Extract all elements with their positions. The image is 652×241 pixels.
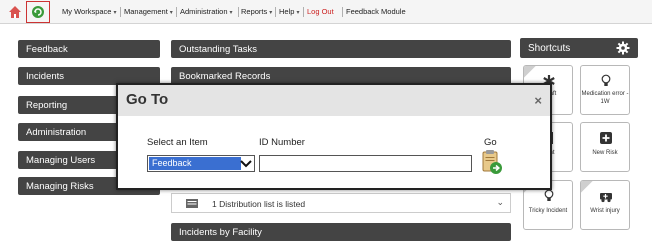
id-number-label: ID Number (259, 137, 305, 148)
menu-my-workspace-label: My Workspace (62, 7, 112, 16)
menu-separator (275, 7, 276, 17)
tile-label: Medication error - 1W (581, 91, 629, 105)
menu-help[interactable]: Help ▾ (279, 7, 299, 16)
logout-link[interactable]: Log Out (307, 7, 334, 16)
menu-my-workspace[interactable]: My Workspace ▾ (62, 7, 116, 16)
chevron-down-icon: ▾ (113, 10, 117, 16)
list-icon (186, 199, 198, 208)
menu-reports[interactable]: Reports ▾ (241, 7, 272, 16)
lightbulb-icon (544, 189, 554, 201)
go-label: Go (484, 137, 497, 148)
tile-label: Tricky Incident (528, 208, 568, 214)
select-item-label: Select an Item (147, 137, 208, 148)
plus-icon (600, 132, 612, 144)
ambulance-icon (600, 193, 612, 203)
chevron-down-icon: ▾ (269, 10, 273, 16)
menu-management-label: Management (124, 7, 168, 16)
home-icon[interactable] (7, 4, 23, 20)
tile-label: Wrist injury (590, 208, 620, 214)
shortcut-tile-wrist-injury[interactable]: Wrist injury (580, 180, 630, 230)
close-icon[interactable]: × (534, 93, 542, 108)
refresh-icon[interactable] (30, 4, 46, 20)
item-type-selected-value: Feedback (149, 157, 241, 170)
menu-administration[interactable]: Administration ▾ (180, 7, 233, 16)
shortcut-tile-new-risk[interactable]: New Risk (580, 122, 630, 172)
chevron-down-icon: ▾ (169, 10, 173, 16)
menu-administration-label: Administration (180, 7, 228, 16)
tile-label: New Risk (592, 150, 618, 156)
dialog-title: Go To (126, 91, 169, 108)
lightbulb-icon (601, 74, 611, 86)
menu-separator (238, 7, 239, 17)
goto-dialog: Go To × Select an Item ID Number Go Feed… (116, 83, 552, 190)
menu-separator (342, 7, 343, 17)
tile-corner-fold (581, 181, 600, 196)
distribution-list-row[interactable]: 1 Distribution list is listed ⌄ (171, 193, 511, 213)
chevron-down-icon[interactable]: ⌄ (496, 197, 504, 208)
menu-help-label: Help (279, 7, 295, 16)
chevron-down-icon: ▾ (229, 10, 233, 16)
menu-reports-label: Reports (241, 7, 268, 16)
sidebar-item-feedback[interactable]: Feedback (18, 40, 160, 58)
dialog-header: Go To × (118, 85, 550, 116)
panel-incidents-by-facility[interactable]: Incidents by Facility (171, 223, 511, 241)
chevron-down-icon[interactable] (239, 157, 253, 170)
menu-separator (120, 7, 121, 17)
id-number-input[interactable] (259, 155, 472, 172)
menu-separator (176, 7, 177, 17)
tile-corner-fold (524, 66, 543, 81)
feedback-module-link[interactable]: Feedback Module (346, 7, 406, 16)
menu-management[interactable]: Management ▾ (124, 7, 173, 16)
chevron-down-icon: ▾ (296, 10, 300, 16)
item-type-select[interactable]: Feedback (147, 155, 255, 172)
menu-separator (303, 7, 304, 17)
distribution-list-text: 1 Distribution list is listed (212, 199, 306, 209)
go-clipboard-icon[interactable] (481, 149, 503, 175)
shortcut-tile-medication-error[interactable]: Medication error - 1W (580, 65, 630, 115)
panel-outstanding-tasks[interactable]: Outstanding Tasks (171, 40, 511, 58)
top-menu-bar: My Workspace ▾ Management ▾ Administration… (0, 0, 652, 24)
shortcuts-title: Shortcuts (528, 43, 571, 54)
shortcuts-header: Shortcuts (520, 38, 638, 58)
gear-icon[interactable] (616, 41, 630, 55)
